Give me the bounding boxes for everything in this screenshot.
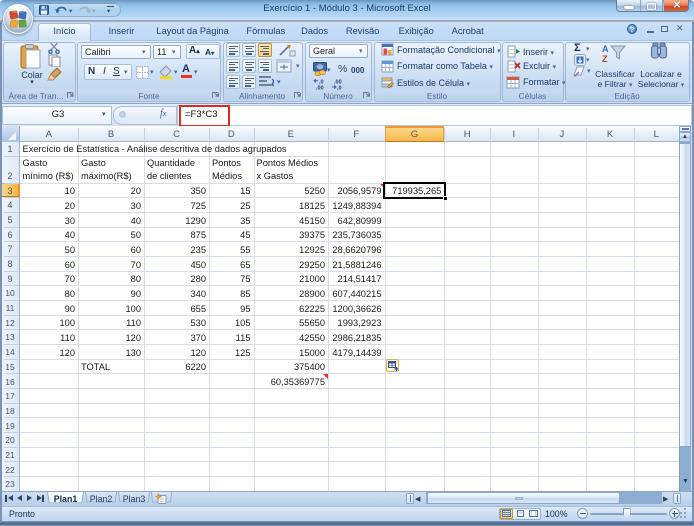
svg-text:,00: ,00 [316,86,324,91]
svg-text:A: A [602,44,609,54]
svg-text:Z: Z [602,54,608,63]
svg-text:,0: ,0 [337,86,342,91]
